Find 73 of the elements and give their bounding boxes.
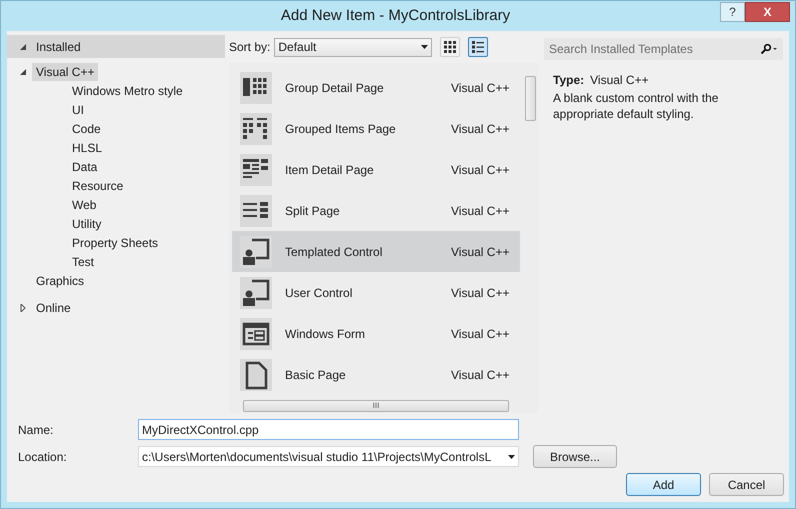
tree-item[interactable]: Windows Metro style <box>68 82 187 100</box>
name-field[interactable]: MyDirectXControl.cpp <box>138 419 519 440</box>
template-row[interactable]: Grouped Items Page Visual C++ <box>232 108 520 149</box>
template-name: Templated Control <box>285 244 384 260</box>
help-button[interactable]: ? <box>720 2 745 22</box>
template-icon <box>240 236 272 268</box>
template-name: Group Detail Page <box>285 80 385 96</box>
close-button[interactable]: X <box>745 2 790 22</box>
tree-item[interactable]: HLSL <box>68 138 106 156</box>
template-type: Visual C++ <box>451 284 510 302</box>
template-name: Item Detail Page <box>285 162 375 178</box>
tree-item[interactable]: Test <box>68 252 98 270</box>
dropdown-caret-icon <box>421 45 428 49</box>
tree-item[interactable]: Resource <box>68 176 128 194</box>
template-type: Visual C++ <box>451 366 510 384</box>
template-row[interactable]: Templated Control Visual C++ <box>232 231 520 272</box>
expanded-arrow-icon[interactable] <box>19 42 27 50</box>
tree-item[interactable]: Online <box>32 298 75 316</box>
template-icon <box>240 318 272 350</box>
template-name: Windows Form <box>285 326 366 342</box>
template-icon <box>240 112 272 144</box>
template-icon <box>240 276 272 308</box>
template-name: Grouped Items Page <box>285 120 397 138</box>
type-value: Visual C++ <box>590 72 649 88</box>
template-icon <box>240 72 272 104</box>
template-type: Visual C++ <box>451 244 510 260</box>
template-row[interactable]: Split Page Visual C++ <box>232 190 520 231</box>
template-type: Visual C++ <box>451 326 510 342</box>
type-label: Type: <box>553 72 584 88</box>
template-type: Visual C++ <box>451 120 510 138</box>
tree-item[interactable]: Code <box>68 120 105 138</box>
location-dropdown[interactable]: c:\Users\Morten\documents\visual studio 11\Projects\MyControlsL <box>138 446 519 467</box>
template-row[interactable]: Item Detail Page Visual C++ <box>232 149 520 190</box>
template-description: A blank custom control with the appropriate default styling. <box>553 90 720 122</box>
tree-item[interactable]: Utility <box>68 214 106 232</box>
tree-item[interactable]: Installed <box>32 38 85 56</box>
template-row[interactable]: Windows Form Visual C++ <box>232 313 520 354</box>
scroll-grip: III <box>372 402 380 410</box>
sort-dropdown[interactable]: Default <box>274 38 432 56</box>
template-icon <box>240 194 272 226</box>
tree-item[interactable]: Property Sheets <box>68 234 162 252</box>
grid-view-button[interactable] <box>440 37 460 57</box>
search-icon <box>760 44 778 54</box>
template-icon <box>240 154 272 186</box>
sort-label: Sort by: <box>229 39 270 56</box>
template-type: Visual C++ <box>451 80 510 96</box>
dropdown-caret-icon <box>508 454 515 458</box>
tree-item[interactable]: Visual C++ <box>32 62 98 80</box>
tree-item[interactable]: Web <box>68 196 100 214</box>
template-row[interactable]: Basic Page Visual C++ <box>232 354 520 395</box>
template-row[interactable]: Group Detail Page Visual C++ <box>232 67 520 108</box>
name-label: Name: <box>18 422 54 438</box>
add-button[interactable]: Add <box>626 473 701 496</box>
grid-icon <box>443 40 458 54</box>
window-title: Add New Item - MyControlsLibrary <box>280 6 512 26</box>
list-icon <box>471 40 486 54</box>
search-field[interactable]: Search Installed Templates <box>544 38 783 60</box>
list-view-button[interactable] <box>468 37 488 57</box>
collapsed-arrow-icon[interactable] <box>19 304 27 312</box>
template-name: Split Page <box>285 202 341 220</box>
tree-item[interactable]: Data <box>68 158 102 176</box>
template-name: Basic Page <box>285 366 347 384</box>
template-icon <box>240 358 272 390</box>
cancel-button[interactable]: Cancel <box>709 473 784 496</box>
template-row[interactable]: User Control Visual C++ <box>232 272 520 313</box>
location-label: Location: <box>18 448 68 466</box>
template-name: User Control <box>285 284 354 302</box>
tree-item[interactable]: UI <box>68 100 88 118</box>
template-type: Visual C++ <box>451 202 510 220</box>
template-type: Visual C++ <box>451 162 510 178</box>
browse-button[interactable]: Browse... <box>533 445 617 468</box>
expanded-arrow-icon[interactable] <box>19 68 27 76</box>
tree-item[interactable]: Graphics <box>32 272 88 290</box>
